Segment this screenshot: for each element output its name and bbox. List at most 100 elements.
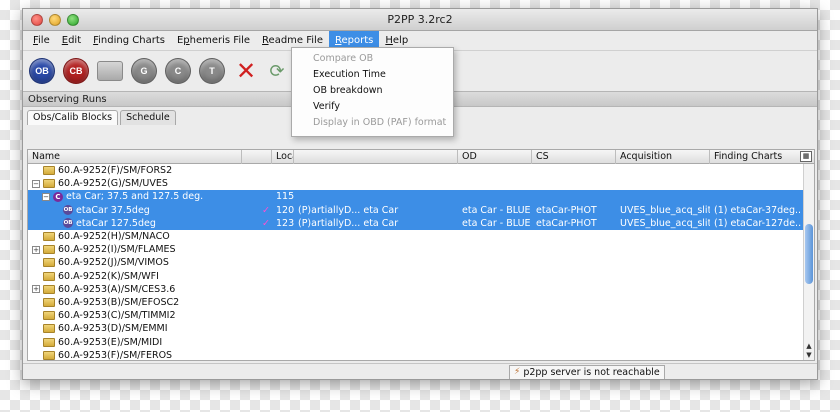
col-name[interactable]: Name (28, 150, 242, 164)
collapse-icon[interactable]: − (32, 179, 40, 188)
acquisition-cell (616, 283, 710, 296)
name-cell: OB etaCar 127.5deg (28, 217, 242, 230)
col-status[interactable] (294, 150, 458, 164)
table-row[interactable]: 60.A-9252(H)/SM/NACO (28, 230, 814, 243)
col-finding-charts[interactable]: Finding Charts (710, 150, 802, 164)
scroll-down-arrow-icon[interactable]: ▼ (804, 351, 814, 360)
check-cell: ✓ (242, 204, 272, 217)
id-cell (272, 230, 294, 243)
name-cell: OB etaCar 37.5deg (28, 204, 242, 217)
column-chooser-icon[interactable]: ▦ (800, 151, 812, 162)
col-cs[interactable]: CS (532, 150, 616, 164)
check-cell (242, 256, 272, 269)
acquisition-cell (616, 230, 710, 243)
table-row[interactable]: 60.A-9252(F)/SM/FORS2 (28, 164, 814, 177)
od-cell (458, 336, 532, 349)
col-acquisition[interactable]: Acquisition (616, 150, 710, 164)
col-cs-label: CS (536, 151, 549, 162)
table-row[interactable]: 60.A-9252(K)/SM/WFI (28, 270, 814, 283)
table-row[interactable]: 60.A-9253(B)/SM/EFOSC2 (28, 296, 814, 309)
expand-icon[interactable]: + (32, 245, 40, 254)
menu-ob-breakdown[interactable]: OB breakdown (292, 83, 453, 99)
expand-icon[interactable]: + (32, 285, 40, 294)
cs-cell (532, 309, 616, 322)
cb-icon: CB (69, 66, 83, 76)
row-name: 60.A-9253(B)/SM/EFOSC2 (58, 296, 180, 308)
menu-edit[interactable]: Edit (56, 31, 87, 51)
name-cell: 60.A-9253(F)/SM/FEROS (28, 349, 242, 360)
tree-node: − 60.A-9252(G)/SM/UVES (32, 177, 242, 190)
finding-chart-cell (710, 177, 802, 190)
row-name: etaCar 127.5deg (76, 217, 156, 229)
group-button[interactable]: G (131, 58, 157, 84)
menu-finding-charts[interactable]: Finding Charts (87, 31, 171, 51)
name-cell: 60.A-9252(K)/SM/WFI (28, 270, 242, 283)
finding-chart-cell (710, 243, 802, 256)
folder-icon (43, 166, 55, 176)
timelink-button[interactable]: T (199, 58, 225, 84)
folder-icon (43, 297, 55, 307)
menu-verify[interactable]: Verify (292, 99, 453, 115)
table-row[interactable]: − Ceta Car; 37.5 and 127.5 deg. 115 (28, 190, 814, 204)
row-name: 60.A-9253(C)/SM/TIMMI2 (58, 310, 176, 322)
table-row[interactable]: − 60.A-9252(G)/SM/UVES (28, 177, 814, 190)
cs-cell (532, 164, 616, 177)
vertical-scrollbar[interactable]: ▲ ▼ (803, 164, 814, 360)
status-cell (294, 336, 458, 349)
new-ob-button[interactable]: OB (29, 58, 55, 84)
status-cell (294, 230, 458, 243)
check-cell (242, 309, 272, 322)
folder-icon (43, 232, 55, 242)
new-cb-button[interactable]: CB (63, 58, 89, 84)
table-row[interactable]: OB etaCar 37.5deg ✓ 120 (P)artiallyD... eta … (28, 203, 814, 217)
table-row[interactable]: 60.A-9253(D)/SM/EMMI (28, 322, 814, 335)
col-od[interactable]: OD (458, 150, 532, 164)
refresh-button[interactable]: ⟳ (267, 58, 287, 84)
od-cell (458, 349, 532, 360)
delete-button[interactable]: ✕ (233, 57, 259, 85)
col-location[interactable]: Loca (272, 150, 294, 164)
verify-label: Verify (313, 101, 340, 112)
col-check[interactable] (242, 150, 272, 164)
menu-execution-time[interactable]: Execution Time (292, 67, 453, 83)
name-cell: 60.A-9252(J)/SM/VIMOS (28, 256, 242, 269)
menu-help-label: Help (385, 34, 409, 46)
table-row[interactable]: +60.A-9252(I)/SM/FLAMES (28, 243, 814, 256)
table-row[interactable]: 60.A-9253(E)/SM/MIDI (28, 335, 814, 348)
minimize-window-button[interactable] (49, 14, 61, 26)
tab-schedule[interactable]: Schedule (120, 110, 176, 125)
table-row[interactable]: +60.A-9253(A)/SM/CES3.6 (28, 283, 814, 296)
g-icon: G (140, 66, 148, 76)
od-cell (458, 177, 532, 190)
collapse-icon[interactable]: − (42, 192, 50, 201)
acquisition-cell (616, 190, 710, 203)
finding-chart-cell (710, 190, 802, 203)
id-cell (272, 270, 294, 283)
container-button[interactable]: C (165, 58, 191, 84)
folder-icon (43, 350, 55, 360)
tab-obs-calib-blocks[interactable]: Obs/Calib Blocks (27, 110, 119, 125)
table-row[interactable]: OB etaCar 127.5deg ✓ 123 (P)artiallyD... eta… (28, 216, 814, 230)
row-name: 60.A-9252(I)/SM/FLAMES (58, 244, 176, 256)
scroll-thumb[interactable] (805, 224, 813, 284)
menu-file[interactable]: File (27, 31, 56, 51)
status-cell (294, 256, 458, 269)
table-row[interactable]: 60.A-9252(J)/SM/VIMOS (28, 256, 814, 269)
folder-icon (43, 179, 55, 189)
folder-button[interactable] (97, 61, 123, 81)
scroll-up-arrow-icon[interactable]: ▲ (804, 342, 814, 351)
c-icon: C (174, 66, 182, 76)
tab-schedule-label: Schedule (126, 112, 170, 123)
refresh-icon: ⟳ (269, 60, 285, 82)
table-row[interactable]: 60.A-9253(C)/SM/TIMMI2 (28, 309, 814, 322)
zoom-window-button[interactable] (67, 14, 79, 26)
menu-ephemeris-file[interactable]: Ephemeris File (171, 31, 256, 51)
folder-icon (43, 258, 55, 268)
tree-node: 60.A-9252(J)/SM/VIMOS (32, 256, 242, 269)
table-row[interactable]: 60.A-9253(F)/SM/FEROS (28, 349, 814, 360)
od-cell (458, 296, 532, 309)
check-cell: ✓ (242, 217, 272, 230)
od-cell (458, 256, 532, 269)
close-window-button[interactable] (31, 14, 43, 26)
acquisition-cell (616, 270, 710, 283)
